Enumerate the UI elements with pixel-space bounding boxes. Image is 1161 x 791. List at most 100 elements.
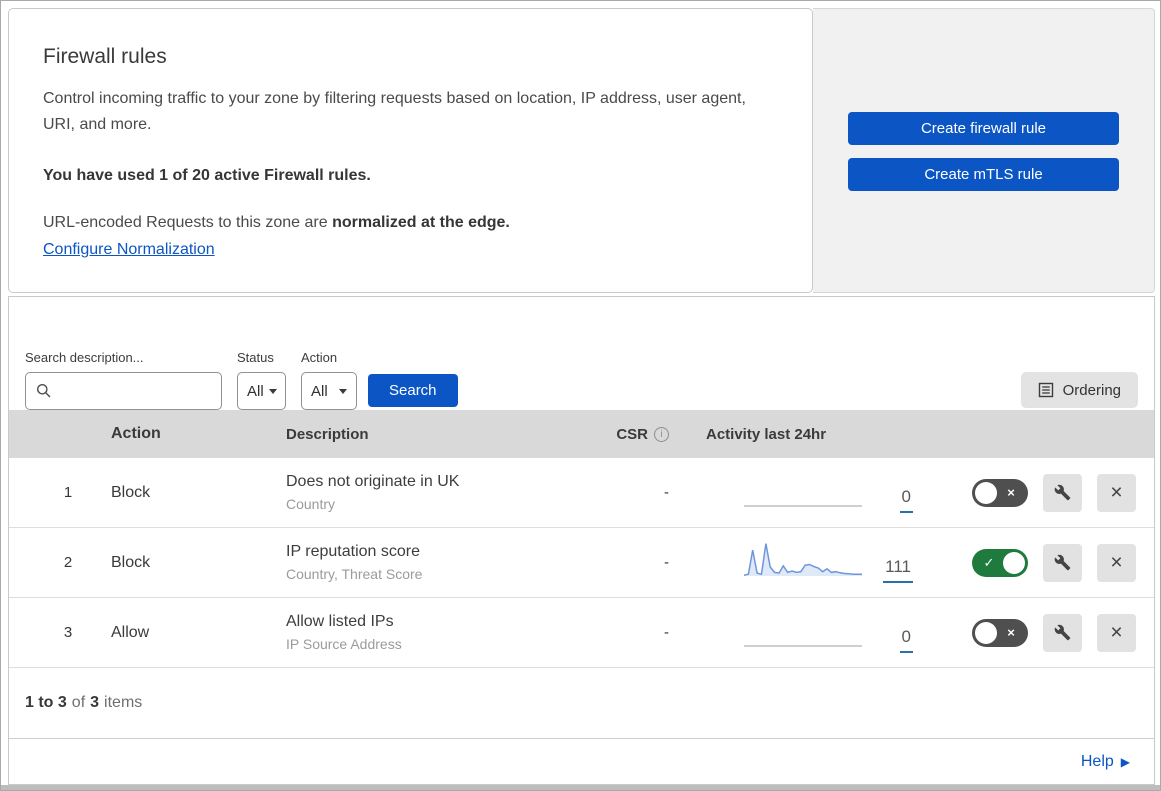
help-bar: Help ▶ [9, 738, 1154, 784]
search-input[interactable] [25, 372, 222, 410]
rule-priority: 3 [63, 624, 73, 641]
ordering-icon [1038, 382, 1054, 398]
col-header-csr: CSR i [596, 426, 681, 443]
rule-row-3: 3 Allow Allow listed IPs IP Source Addre… [9, 598, 1154, 668]
activity-count-link[interactable]: 111 [883, 557, 913, 583]
ordering-button[interactable]: Ordering [1020, 372, 1138, 408]
top-section: Firewall rules Control incoming traffic … [8, 8, 1155, 293]
close-icon: × [1110, 481, 1123, 504]
wrench-icon [1054, 484, 1071, 501]
sparkline-baseline [744, 504, 862, 507]
status-select[interactable]: All [237, 372, 286, 410]
table-header-row: Action Description CSR i Activity last 2… [9, 410, 1154, 458]
action-select[interactable]: All [301, 372, 357, 410]
pagination: 1 to 3 of 3 items [25, 694, 143, 711]
rule-activity-cell: 0 [681, 598, 921, 667]
intro-card: Firewall rules Control incoming traffic … [8, 8, 813, 293]
rule-action: Block [111, 483, 151, 501]
rule-action: Block [111, 553, 151, 571]
pagination-range: 1 to 3 [25, 694, 67, 711]
col-header-action: Action [111, 425, 161, 442]
wrench-icon [1054, 554, 1071, 571]
status-field: Status All [237, 350, 286, 410]
normalization-note: URL-encoded Requests to this zone are no… [43, 213, 510, 231]
filter-bar: Search description... Status All Action [9, 297, 1154, 410]
info-icon[interactable]: i [654, 426, 669, 442]
rule-row-1: 1 Block Does not originate in UK Country… [9, 458, 1154, 528]
toggle-knob [975, 621, 997, 644]
page-title: Firewall rules [43, 45, 167, 68]
action-field: Action All [301, 350, 357, 410]
rule-enable-toggle[interactable]: × [972, 478, 1028, 507]
search-input-wrapper [25, 372, 222, 410]
toggle-knob [1003, 551, 1025, 574]
pagination-total: 3 [90, 694, 100, 711]
rule-enable-toggle[interactable]: ✓ [972, 548, 1028, 577]
rules-list-section: Search description... Status All Action [8, 296, 1155, 785]
configure-normalization-link[interactable]: Configure Normalization [43, 241, 215, 258]
activity-sparkline-empty [744, 598, 862, 668]
col-header-description: Description [286, 425, 369, 443]
rule-activity-cell: 111 [681, 528, 921, 597]
rule-controls: × × [972, 613, 1136, 652]
close-icon: × [1110, 621, 1123, 644]
toggle-knob [975, 481, 997, 504]
help-arrow-icon: ▶ [1120, 754, 1130, 769]
activity-count-link[interactable]: 0 [899, 627, 913, 653]
rule-description-cell: Does not originate in UK Country [286, 473, 596, 512]
col-header-activity: Activity last 24hr [706, 425, 827, 443]
rule-csr: - [664, 484, 669, 501]
firewall-rules-page: Firewall rules Control incoming traffic … [0, 0, 1161, 791]
bottom-edge [1, 785, 1160, 790]
rule-enable-toggle[interactable]: × [972, 618, 1028, 647]
usage-summary: You have used 1 of 20 active Firewall ru… [43, 166, 371, 184]
delete-rule-button[interactable]: × [1097, 473, 1136, 512]
rule-row-2: 2 Block IP reputation score Country, Thr… [9, 528, 1154, 598]
search-label: Search description... [25, 350, 144, 365]
chevron-down-icon [268, 388, 277, 394]
action-label: Action [301, 350, 338, 365]
delete-rule-button[interactable]: × [1097, 543, 1136, 582]
rule-csr: - [664, 624, 669, 641]
actions-panel: Create firewall rule Create mTLS rule [813, 8, 1155, 293]
activity-sparkline-empty [744, 458, 862, 528]
action-select-value: All [311, 382, 328, 400]
chevron-down-icon [339, 388, 347, 394]
rules-table: Action Description CSR i Activity last 2… [9, 410, 1154, 668]
status-select-value: All [247, 382, 264, 400]
rule-description: IP reputation score [286, 543, 421, 560]
edit-rule-button[interactable] [1043, 473, 1082, 512]
search-button[interactable]: Search [368, 374, 458, 407]
rule-description: Allow listed IPs [286, 613, 394, 630]
toggle-off-cross-icon: × [1007, 485, 1015, 500]
rule-fields: Country [286, 496, 336, 512]
rule-controls: × × [972, 473, 1136, 512]
search-field: Search description... [25, 350, 222, 410]
help-link[interactable]: Help ▶ [1081, 753, 1130, 771]
edit-rule-button[interactable] [1043, 613, 1082, 652]
rule-description: Does not originate in UK [286, 473, 460, 490]
create-firewall-rule-button[interactable]: Create firewall rule [848, 112, 1119, 145]
search-icon [36, 383, 52, 399]
wrench-icon [1054, 624, 1071, 641]
create-mtls-rule-button[interactable]: Create mTLS rule [848, 158, 1119, 191]
sparkline-baseline [744, 644, 862, 647]
delete-rule-button[interactable]: × [1097, 613, 1136, 652]
edit-rule-button[interactable] [1043, 543, 1082, 582]
rule-fields: IP Source Address [286, 636, 402, 652]
rule-controls: ✓ × [972, 543, 1136, 582]
rule-fields: Country, Threat Score [286, 566, 423, 582]
status-label: Status [237, 350, 274, 365]
rule-action: Allow [111, 623, 150, 641]
rule-description-cell: Allow listed IPs IP Source Address [286, 613, 596, 652]
page-description: Control incoming traffic to your zone by… [43, 90, 746, 134]
rule-priority: 2 [63, 554, 73, 571]
ordering-button-label: Ordering [1062, 381, 1121, 399]
toggle-on-check-icon: ✓ [983, 554, 995, 570]
activity-sparkline [744, 542, 862, 576]
activity-count-link[interactable]: 0 [899, 487, 913, 513]
rule-description-cell: IP reputation score Country, Threat Scor… [286, 543, 596, 582]
rule-priority: 1 [63, 484, 73, 501]
close-icon: × [1110, 551, 1123, 574]
rule-activity-cell: 0 [681, 458, 921, 527]
